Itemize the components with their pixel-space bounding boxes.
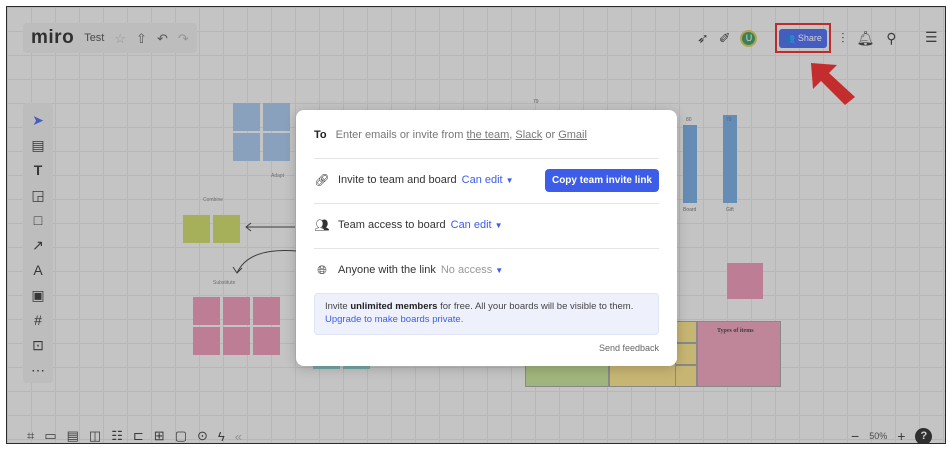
invite-team-row: 🔗︎ Invite to team and board Can edit ▼ Co… <box>314 160 659 200</box>
info-bold-text: unlimited members <box>350 301 438 312</box>
invite-permission-dropdown[interactable]: Can edit ▼ <box>462 174 514 186</box>
team-access-row: 👥︎ Team access to board Can edit ▼ <box>314 205 659 245</box>
upgrade-info-box: Invite unlimited members for free. All y… <box>314 293 659 335</box>
team-link[interactable]: the team <box>466 129 509 141</box>
placeholder-text: Enter emails or invite from <box>335 129 467 141</box>
team-access-label: Team access to board <box>338 219 446 231</box>
info-text: for free. All your boards will be visibl… <box>437 301 634 312</box>
team-access-dropdown[interactable]: Can edit ▼ <box>451 219 503 231</box>
users-icon: 👥︎ <box>314 218 330 232</box>
info-text: Invite <box>325 301 351 312</box>
share-modal: To Enter emails or invite from the team,… <box>296 110 677 366</box>
invite-label: Invite to team and board <box>338 174 457 186</box>
board-frame: Adapt Combine Substitute 79 80 79 Board <box>6 6 946 444</box>
upgrade-link[interactable]: Upgrade to make boards private. <box>325 314 463 325</box>
permission-value: No access <box>440 264 493 276</box>
globe-icon: 🌐︎ <box>317 262 327 277</box>
divider <box>314 203 659 204</box>
placeholder-text: or <box>542 129 559 141</box>
invite-email-input[interactable]: Enter emails or invite from the team, Sl… <box>336 129 659 141</box>
link-icon: 🔗︎ <box>314 173 330 187</box>
link-access-row: 🌐︎ Anyone with the link No access ▼ <box>314 250 659 290</box>
permission-value: Can edit <box>450 219 492 231</box>
chevron-down-icon: ▼ <box>495 266 504 275</box>
permission-value: Can edit <box>461 174 503 186</box>
send-feedback-link[interactable]: Send feedback <box>599 343 659 353</box>
to-label: To <box>314 129 327 141</box>
divider <box>314 248 659 249</box>
link-access-dropdown[interactable]: No access ▼ <box>441 264 503 276</box>
chevron-down-icon: ▼ <box>494 221 503 230</box>
chevron-down-icon: ▼ <box>505 176 514 185</box>
invite-email-row: To Enter emails or invite from the team,… <box>314 115 659 155</box>
slack-link[interactable]: Slack <box>515 129 542 141</box>
divider <box>314 158 659 159</box>
gmail-link[interactable]: Gmail <box>558 129 587 141</box>
copy-team-invite-link-button[interactable]: Copy team invite link <box>544 168 659 192</box>
link-access-label: Anyone with the link <box>338 264 436 276</box>
